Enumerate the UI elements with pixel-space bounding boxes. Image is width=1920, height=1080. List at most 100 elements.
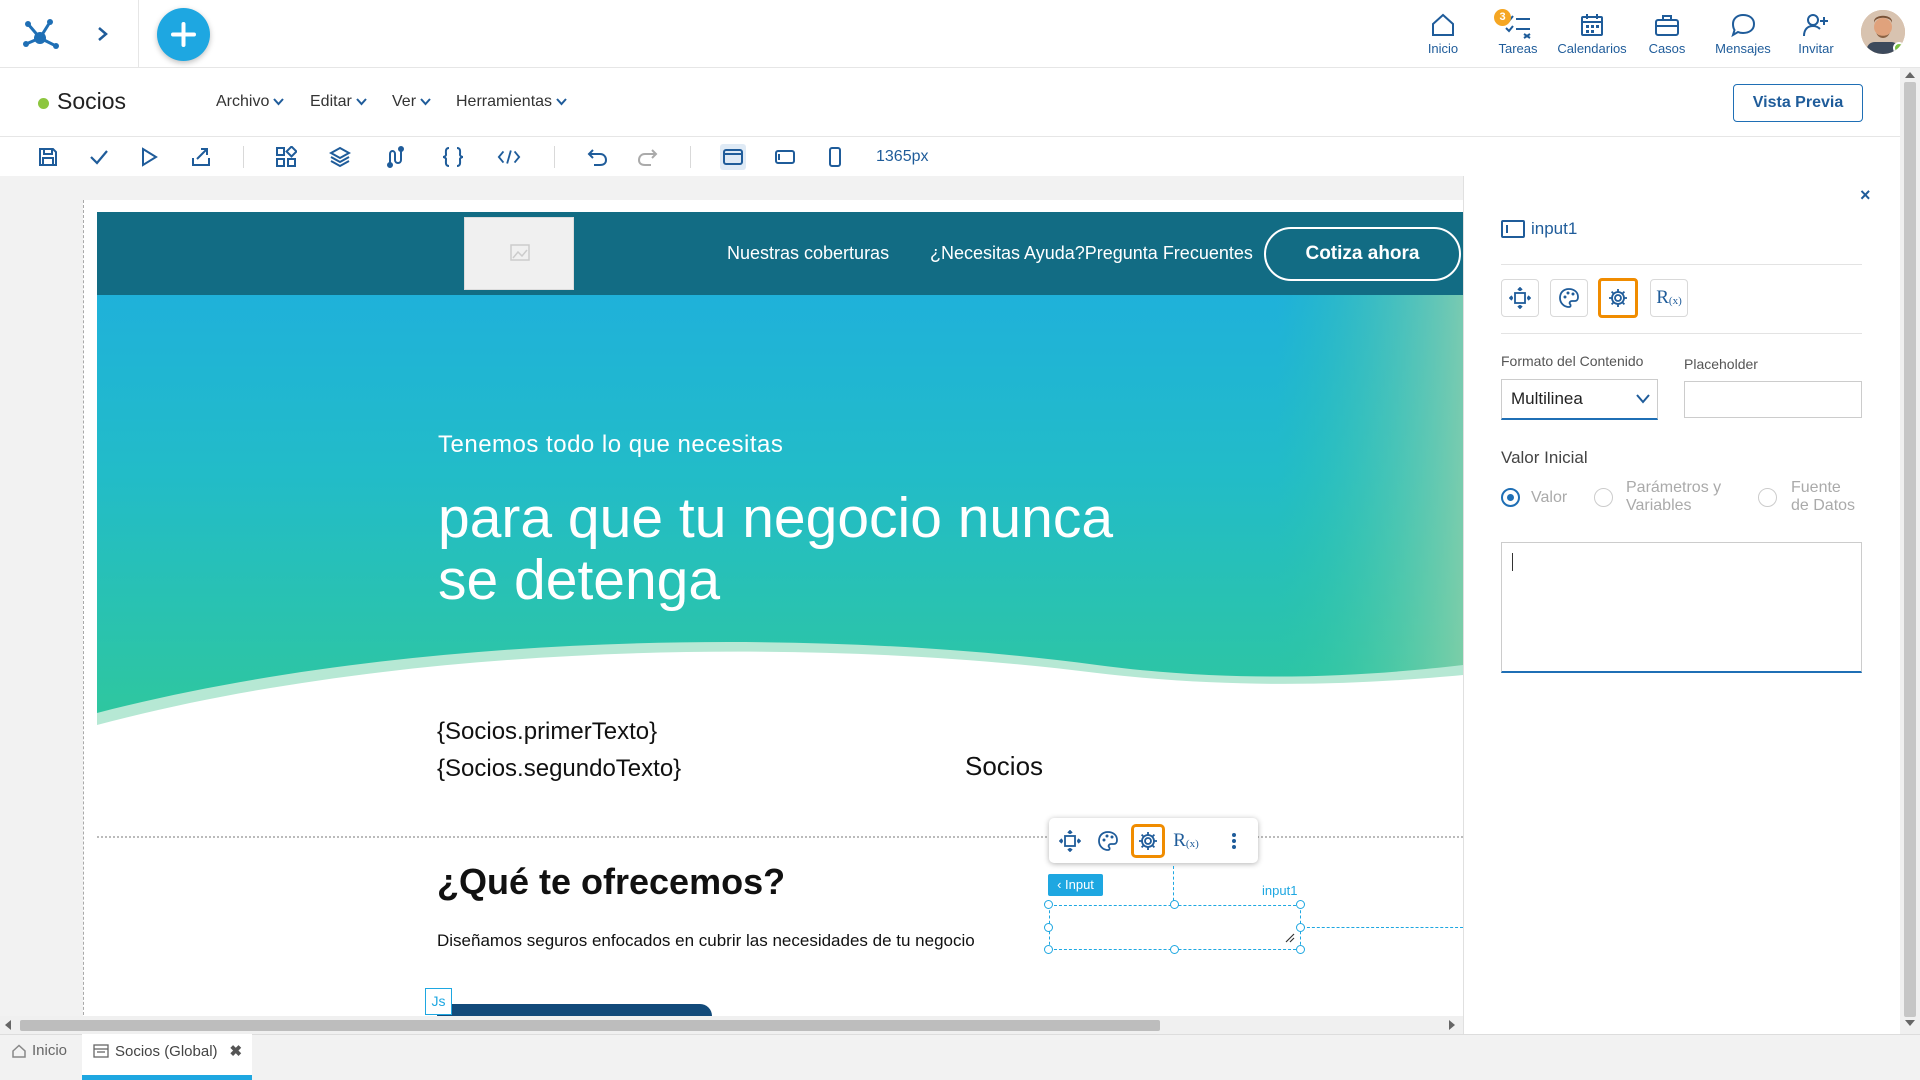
move-icon[interactable]	[1055, 826, 1085, 856]
settings-icon[interactable]	[1131, 824, 1165, 858]
code-icon[interactable]	[497, 145, 521, 169]
radio-valor-label: Valor	[1531, 489, 1568, 506]
scroll-up-arrow-icon[interactable]	[1905, 72, 1915, 78]
template-text-secondary[interactable]: {Socios.segundoTexto}	[437, 755, 681, 783]
textarea-resize-grip-icon[interactable]	[1285, 933, 1295, 943]
resize-handle[interactable]	[1044, 923, 1053, 932]
tab-socios-global[interactable]: Socios (Global) ✖	[93, 1042, 242, 1060]
input-component-icon	[1501, 219, 1525, 239]
scroll-thumb[interactable]	[1904, 82, 1916, 1017]
selected-input-element[interactable]	[1049, 905, 1301, 950]
chevron-down-icon	[420, 98, 431, 106]
chevron-down-icon	[556, 98, 567, 106]
panel-style-tab[interactable]	[1550, 279, 1588, 317]
undo-icon[interactable]	[585, 145, 609, 169]
resize-handle[interactable]	[1296, 945, 1305, 954]
parent-selector-tag[interactable]: ‹ Input	[1048, 874, 1103, 896]
nav-invitar[interactable]: Invitar	[1794, 10, 1838, 60]
site-logo-placeholder[interactable]	[464, 217, 574, 290]
scroll-left-arrow-icon[interactable]	[5, 1020, 11, 1030]
panel-settings-tab[interactable]	[1598, 278, 1638, 318]
tablet-view-icon[interactable]	[773, 145, 797, 169]
play-icon[interactable]	[137, 145, 161, 169]
element-name-label: input1	[1262, 883, 1298, 898]
scroll-thumb[interactable]	[20, 1020, 1160, 1031]
resize-handle[interactable]	[1170, 900, 1179, 909]
js-badge[interactable]: Js	[425, 988, 452, 1015]
vertical-scrollbar[interactable]	[1900, 68, 1920, 1034]
nav-label: Mensajes	[1715, 41, 1771, 56]
panel-expression-tab[interactable]: R (x)	[1650, 279, 1688, 317]
tab-inicio[interactable]: Inicio	[12, 1042, 67, 1059]
hero-title: para que tu negocio nunca se detenga	[438, 486, 1114, 612]
text-caret	[1512, 553, 1513, 571]
more-vertical-icon[interactable]	[1219, 826, 1249, 856]
add-button[interactable]	[157, 8, 210, 61]
cotiza-button[interactable]: Cotiza ahora	[1264, 227, 1461, 281]
bottom-tab-bar	[0, 1034, 1920, 1080]
mobile-view-icon[interactable]	[823, 145, 847, 169]
components-icon[interactable]	[274, 145, 298, 169]
format-select[interactable]: Multilinea	[1501, 379, 1658, 420]
close-tab-icon[interactable]: ✖	[230, 1042, 243, 1060]
publish-icon[interactable]	[189, 145, 213, 169]
radio-parametros[interactable]	[1594, 488, 1613, 507]
chat-icon	[1731, 13, 1756, 38]
expand-chevron-icon[interactable]	[96, 20, 114, 48]
chevron-down-icon	[273, 98, 285, 106]
menu-ver[interactable]: Ver	[392, 93, 431, 111]
socios-label[interactable]: Socios	[965, 751, 1043, 782]
partial-button[interactable]	[437, 1004, 712, 1016]
nav-link-coberturas[interactable]: Nuestras coberturas	[727, 243, 889, 264]
palette-icon[interactable]	[1093, 826, 1123, 856]
form-icon	[93, 1044, 109, 1058]
status-dot	[38, 98, 49, 109]
radio-valor[interactable]	[1501, 488, 1520, 507]
nav-inicio[interactable]: Inicio	[1421, 10, 1465, 60]
resize-handle[interactable]	[1296, 923, 1305, 932]
save-icon[interactable]	[36, 145, 60, 169]
nav-link-ayuda[interactable]: ¿Necesitas Ayuda?Pregunta Frecuentes	[930, 243, 1253, 264]
top-bar: Inicio Tareas 3 Calendarios Casos Mensaj…	[0, 0, 1920, 68]
desktop-view-icon[interactable]	[720, 144, 746, 170]
section-title[interactable]: ¿Qué te ofrecemos?	[437, 861, 785, 903]
initial-value-textarea[interactable]	[1501, 542, 1862, 673]
section-description[interactable]: Diseñamos seguros enfocados en cubrir la…	[437, 931, 975, 951]
resize-handle[interactable]	[1044, 945, 1053, 954]
check-icon[interactable]	[87, 145, 111, 169]
guide-line	[1302, 927, 1463, 928]
close-panel-button[interactable]: ×	[1860, 185, 1871, 206]
expression-icon[interactable]: R (x)	[1171, 826, 1201, 856]
placeholder-label: Placeholder	[1684, 356, 1758, 372]
calendar-icon	[1581, 14, 1603, 36]
flow-icon[interactable]	[384, 145, 408, 169]
panel-layout-tab[interactable]	[1501, 279, 1539, 317]
format-label: Formato del Contenido	[1501, 353, 1644, 369]
redo-icon[interactable]	[636, 145, 660, 169]
scroll-right-arrow-icon[interactable]	[1449, 1020, 1455, 1030]
app-logo[interactable]	[18, 12, 62, 56]
nav-mensajes[interactable]: Mensajes	[1710, 10, 1776, 60]
nav-casos[interactable]: Casos	[1645, 10, 1689, 60]
scroll-down-arrow-icon[interactable]	[1905, 1020, 1915, 1026]
preview-button[interactable]: Vista Previa	[1733, 84, 1863, 122]
radio-fuente[interactable]	[1758, 488, 1777, 507]
divider	[1501, 264, 1862, 265]
layers-icon[interactable]	[328, 145, 352, 169]
home-icon	[1432, 13, 1454, 36]
placeholder-input[interactable]	[1684, 381, 1862, 418]
avatar[interactable]	[1861, 10, 1905, 54]
menu-editar[interactable]: Editar	[310, 93, 367, 111]
template-text-primary[interactable]: {Socios.primerTexto}	[437, 718, 657, 746]
nav-calendarios[interactable]: Calendarios	[1554, 10, 1630, 60]
canvas-width-readout: 1365px	[876, 148, 929, 165]
horizontal-scrollbar[interactable]	[0, 1016, 1463, 1034]
radio-fuente-label: Fuente de Datos	[1791, 479, 1856, 514]
section-divider	[97, 836, 1463, 838]
braces-icon[interactable]	[441, 145, 465, 169]
menu-herramientas[interactable]: Herramientas	[456, 93, 567, 111]
resize-handle[interactable]	[1044, 900, 1053, 909]
resize-handle[interactable]	[1296, 900, 1305, 909]
menu-archivo[interactable]: Archivo	[216, 93, 285, 111]
resize-handle[interactable]	[1170, 945, 1179, 954]
